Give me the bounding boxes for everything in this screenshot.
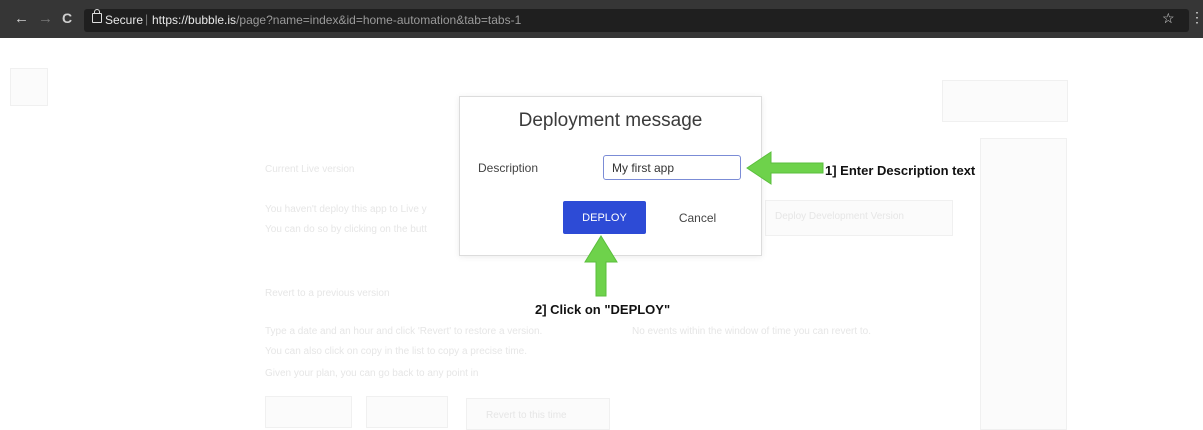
top-right-panel (942, 80, 1068, 122)
reload-icon[interactable]: C (62, 10, 72, 26)
description-input[interactable] (603, 155, 741, 180)
right-sidebar (980, 138, 1067, 430)
annotation-arrow-left-icon (746, 151, 824, 185)
current-live-version-heading: Current Live version (265, 164, 355, 175)
revert-text-line3: Given your plan, you can go back to any … (265, 368, 479, 379)
revert-text-line2: You can also click on copy in the list t… (265, 346, 527, 357)
deploy-text-line2: You can do so by clicking on the butt (265, 224, 427, 235)
deployment-modal: Deployment message Description DEPLOY Ca… (459, 96, 762, 256)
deploy-text-line1: You haven't deploy this app to Live y (265, 204, 427, 215)
annotation-step2: 2] Click on "DEPLOY" (535, 302, 671, 317)
url-text: https://bubble.is/page?name=index&id=hom… (152, 13, 521, 27)
annotation-arrow-up-icon (584, 235, 618, 297)
time-input-placeholder (366, 396, 448, 428)
deploy-dev-button-label: Deploy Development Version (775, 211, 904, 222)
date-input-placeholder (265, 396, 352, 428)
logo-placeholder (10, 68, 48, 106)
url-path: /page?name=index&id=home-automation&tab=… (236, 13, 522, 27)
bookmark-star-icon[interactable]: ☆ (1162, 10, 1175, 27)
forward-icon[interactable]: → (38, 10, 53, 27)
browser-toolbar: ← → C Secure | https://bubble.is/page?na… (0, 0, 1203, 38)
back-icon[interactable]: ← (14, 10, 29, 27)
revert-heading: Revert to a previous version (265, 288, 390, 299)
annotation-step1: 1] Enter Description text (825, 163, 976, 178)
browser-menu-icon[interactable]: ⋮ (1190, 9, 1203, 26)
secure-label: Secure (105, 13, 144, 27)
revert-text-line1: Type a date and an hour and click 'Rever… (265, 326, 543, 337)
deploy-button[interactable]: DEPLOY (563, 201, 646, 234)
revert-button-label: Revert to this time (486, 410, 567, 421)
lock-icon (92, 9, 102, 23)
modal-title: Deployment message (518, 110, 703, 131)
no-events-text: No events within the window of time you … (632, 326, 872, 337)
url-host: https://bubble.is (152, 13, 237, 27)
url-separator: | (145, 12, 149, 26)
description-label: Description (478, 161, 539, 175)
cancel-button[interactable]: Cancel (666, 201, 729, 234)
